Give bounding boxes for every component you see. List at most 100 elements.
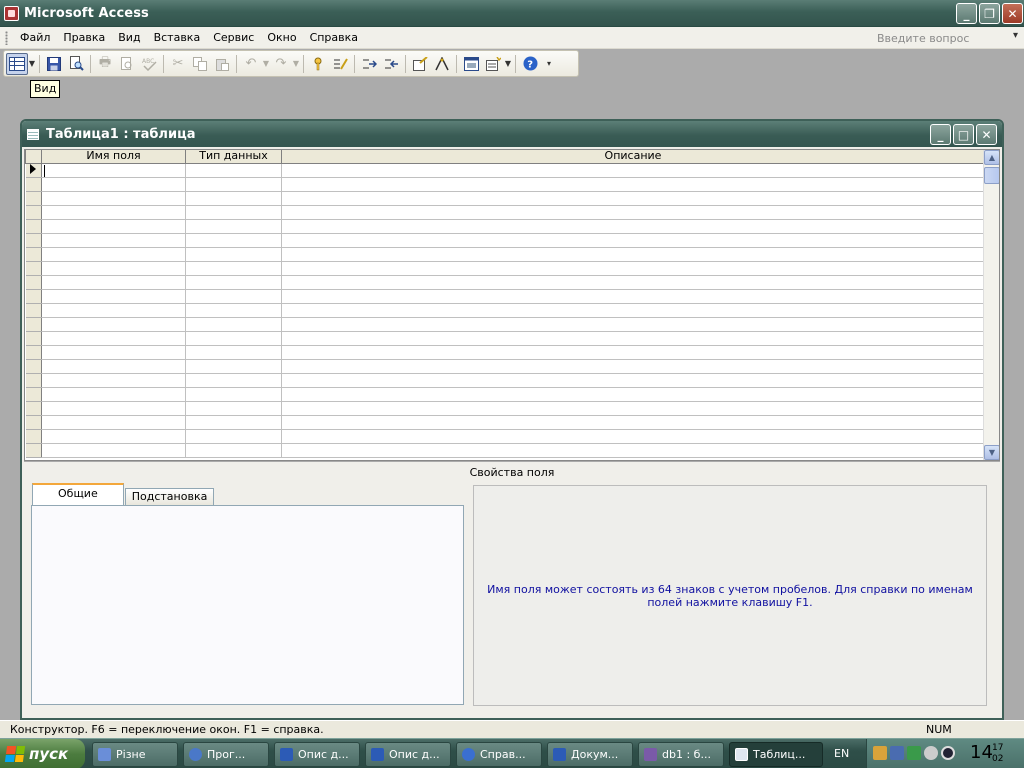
row-selector[interactable] (25, 359, 42, 374)
print-preview-icon[interactable] (116, 53, 138, 75)
save-icon[interactable] (43, 53, 65, 75)
menu-help[interactable]: Справка (304, 27, 365, 49)
data-type-cell[interactable] (185, 191, 282, 206)
row-selector[interactable] (25, 205, 42, 220)
table-row[interactable] (25, 401, 985, 416)
row-selector[interactable] (25, 331, 42, 346)
row-selector[interactable] (25, 219, 42, 234)
primary-key-icon[interactable] (307, 53, 329, 75)
field-name-cell[interactable] (41, 415, 186, 430)
row-selector[interactable] (25, 247, 42, 262)
field-name-cell[interactable] (41, 177, 186, 192)
tray-app-icon[interactable] (873, 746, 887, 760)
help-icon[interactable]: ? (519, 53, 541, 75)
field-name-cell[interactable] (41, 205, 186, 220)
insert-rows-icon[interactable] (358, 53, 380, 75)
row-selector[interactable] (25, 443, 42, 458)
menu-file[interactable]: Файл (14, 27, 57, 49)
description-cell[interactable] (281, 289, 985, 304)
description-cell[interactable] (281, 303, 985, 318)
table-row[interactable] (25, 233, 985, 248)
app-close-button[interactable]: ✕ (1002, 3, 1023, 24)
data-type-cell[interactable] (185, 373, 282, 388)
field-name-cell[interactable] (41, 331, 186, 346)
description-cell[interactable] (281, 191, 985, 206)
table-row[interactable] (25, 219, 985, 234)
scroll-thumb[interactable] (984, 167, 999, 184)
field-name-cell[interactable] (41, 261, 186, 276)
field-name-cell[interactable] (41, 247, 186, 262)
row-selector[interactable] (25, 163, 42, 178)
description-cell[interactable] (281, 429, 985, 444)
new-object-dropdown-icon[interactable]: ▼ (504, 59, 512, 68)
table-row[interactable] (25, 443, 985, 458)
spelling-icon[interactable]: ABC (138, 53, 160, 75)
data-type-cell[interactable] (185, 289, 282, 304)
description-cell[interactable] (281, 373, 985, 388)
file-search-icon[interactable] (65, 53, 87, 75)
paste-icon[interactable] (211, 53, 233, 75)
scroll-up-icon[interactable]: ▲ (984, 150, 999, 165)
data-type-cell[interactable] (185, 233, 282, 248)
taskbar-item[interactable]: Опис д... (274, 742, 360, 767)
field-name-cell[interactable] (41, 373, 186, 388)
data-type-cell[interactable] (185, 359, 282, 374)
undo-icon[interactable]: ↶ (240, 53, 262, 75)
description-cell[interactable] (281, 359, 985, 374)
table-row[interactable] (25, 191, 985, 206)
tray-app-icon[interactable] (907, 746, 921, 760)
row-selector[interactable] (25, 345, 42, 360)
table-row[interactable] (25, 261, 985, 276)
data-type-cell[interactable] (185, 247, 282, 262)
table-row[interactable] (25, 331, 985, 346)
table-row[interactable] (25, 289, 985, 304)
description-cell[interactable] (281, 275, 985, 290)
field-name-cell[interactable] (41, 233, 186, 248)
description-cell[interactable] (281, 247, 985, 262)
data-type-cell[interactable] (185, 429, 282, 444)
table-row[interactable] (25, 387, 985, 402)
table-minimize-button[interactable]: _ (930, 124, 951, 145)
table-maximize-button[interactable]: □ (953, 124, 974, 145)
field-name-cell[interactable] (41, 163, 186, 178)
ask-question-input[interactable]: Введите вопрос (873, 30, 1018, 46)
data-type-cell[interactable] (185, 317, 282, 332)
data-type-cell[interactable] (185, 261, 282, 276)
table-row[interactable] (25, 275, 985, 290)
row-selector[interactable] (25, 261, 42, 276)
description-cell[interactable] (281, 163, 985, 178)
menu-insert[interactable]: Вставка (148, 27, 208, 49)
description-cell[interactable] (281, 317, 985, 332)
description-cell[interactable] (281, 331, 985, 346)
taskbar-item[interactable]: Справ... (456, 742, 542, 767)
row-selector[interactable] (25, 303, 42, 318)
data-type-cell[interactable] (185, 443, 282, 458)
data-type-cell[interactable] (185, 345, 282, 360)
row-selector[interactable] (25, 415, 42, 430)
menu-tools[interactable]: Сервис (207, 27, 261, 49)
data-type-cell[interactable] (185, 177, 282, 192)
table-row[interactable] (25, 163, 985, 178)
new-object-icon[interactable] (482, 53, 504, 75)
row-selector[interactable] (25, 289, 42, 304)
field-name-cell[interactable] (41, 443, 186, 458)
indexes-icon[interactable] (329, 53, 351, 75)
field-name-cell[interactable] (41, 387, 186, 402)
description-cell[interactable] (281, 443, 985, 458)
menubar-grip[interactable] (5, 30, 8, 45)
table-row[interactable] (25, 205, 985, 220)
field-name-cell[interactable] (41, 289, 186, 304)
row-selector[interactable] (25, 317, 42, 332)
description-cell[interactable] (281, 177, 985, 192)
scroll-down-icon[interactable]: ▼ (984, 445, 999, 460)
delete-rows-icon[interactable] (380, 53, 402, 75)
table-row[interactable] (25, 345, 985, 360)
taskbar-item[interactable]: db1 : б... (638, 742, 724, 767)
row-selector[interactable] (25, 401, 42, 416)
network-icon[interactable] (890, 746, 904, 760)
view-dropdown-icon[interactable]: ▼ (28, 59, 36, 68)
description-cell[interactable] (281, 387, 985, 402)
table-row[interactable] (25, 247, 985, 262)
table-row[interactable] (25, 373, 985, 388)
copy-icon[interactable] (189, 53, 211, 75)
